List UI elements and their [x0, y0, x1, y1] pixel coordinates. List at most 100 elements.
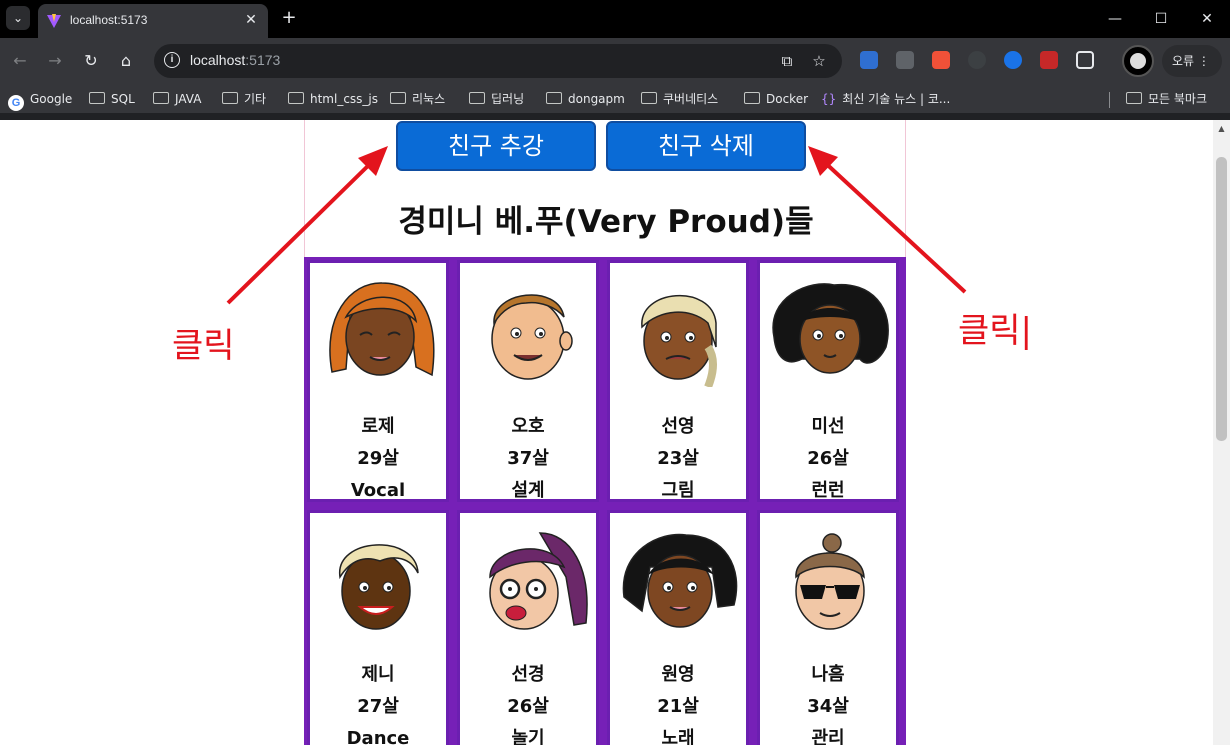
tab-active[interactable]: localhost:5173 ✕	[38, 4, 268, 38]
friend-card[interactable]: 선경 26살 놀기	[457, 510, 599, 745]
friend-card[interactable]: 원영 21살 노래	[607, 510, 749, 745]
bookmark-linux[interactable]: 리눅스	[390, 89, 445, 109]
bookmark-docker[interactable]: Docker	[744, 89, 808, 109]
bookmarks-separator	[1109, 92, 1110, 108]
extension-icon[interactable]	[1040, 51, 1058, 69]
browser-chrome: ⌄ localhost:5173 ✕ + — ☐ ✕ ← → ↻ ⌂ i loc…	[0, 0, 1230, 120]
friend-role: 관리	[811, 728, 845, 745]
scroll-up-arrow-icon[interactable]: ▲	[1217, 124, 1226, 133]
friend-info: 오호 37살 설계	[460, 411, 596, 507]
annotation-click-right: 클릭|	[958, 311, 1033, 351]
folder-icon	[546, 92, 562, 104]
avatar-seonyoung	[641, 294, 717, 387]
bookmark-sql[interactable]: SQL	[89, 89, 135, 109]
friend-role: Dance	[346, 728, 410, 745]
folder-icon	[390, 92, 406, 104]
braces-icon: {}	[821, 92, 837, 106]
friend-age: 37살	[507, 448, 549, 469]
scroll-thumb[interactable]	[1216, 157, 1227, 441]
friend-role: 노래	[661, 728, 695, 745]
friend-info: 선경 26살 놀기	[460, 659, 596, 745]
bookmark-google[interactable]: G Google	[8, 89, 72, 111]
page-title: 경미니 베.푸(Very Proud)들	[398, 204, 814, 240]
friend-name: 선경	[511, 664, 545, 685]
folder-icon	[222, 92, 238, 104]
friends-app: 친구 추강 친구 삭제 경미니 베.푸(Very Proud)들 로제 29살 …	[304, 120, 906, 745]
back-icon[interactable]: ←	[8, 49, 32, 73]
tab-bar: ⌄ localhost:5173 ✕ + — ☐ ✕	[0, 0, 1230, 38]
delete-friend-button[interactable]: 친구 삭제	[606, 121, 806, 171]
avatar-misun	[772, 283, 889, 374]
friend-name: 제니	[361, 664, 395, 685]
maximize-button[interactable]: ☐	[1138, 0, 1184, 38]
friend-name: 나흠	[811, 664, 845, 685]
bookmark-deep-learning[interactable]: 딥러닝	[469, 89, 524, 109]
site-info-icon[interactable]: i	[164, 52, 180, 68]
extension-icon[interactable]	[968, 51, 986, 69]
header-section: 친구 추강 친구 삭제 경미니 베.푸(Very Proud)들	[304, 120, 906, 258]
profile-error-button[interactable]: 오류 ⋮	[1162, 45, 1222, 77]
avatar-naheum	[795, 533, 865, 630]
close-icon[interactable]: ✕	[242, 11, 260, 29]
extension-icon[interactable]	[860, 51, 878, 69]
tab-title: localhost:5173	[70, 13, 148, 27]
friend-card[interactable]: 미선 26살 런런	[757, 260, 899, 502]
page-scrollbar[interactable]: ▲	[1213, 120, 1230, 745]
profile-avatar[interactable]	[1122, 45, 1154, 77]
friend-info: 원영 21살 노래	[610, 659, 746, 745]
reload-icon[interactable]: ↻	[79, 49, 103, 73]
friend-age: 27살	[357, 696, 399, 717]
friend-name: 로제	[361, 416, 395, 437]
bookmark-kubernetes[interactable]: 쿠버네티스	[641, 89, 718, 109]
friend-card[interactable]: 선영 23살 그림	[607, 260, 749, 502]
friend-card[interactable]: 로제 29살 Vocal	[307, 260, 449, 502]
swift-extension-icon[interactable]	[932, 51, 950, 69]
bookmark-html-css-js[interactable]: html_css_js	[288, 89, 378, 109]
folder-icon	[641, 92, 657, 104]
friend-card[interactable]: 제니 27살 Dance	[307, 510, 449, 745]
all-bookmarks[interactable]: 모든 북마크	[1126, 89, 1207, 109]
friend-name: 미선	[811, 416, 845, 437]
folder-icon	[89, 92, 105, 104]
add-friend-button[interactable]: 친구 추강	[396, 121, 596, 171]
new-tab-button[interactable]: +	[279, 8, 299, 28]
friend-name: 오호	[511, 416, 545, 437]
google-icon: G	[8, 95, 24, 111]
friend-role: Vocal	[350, 480, 406, 501]
avatar-oho	[491, 294, 573, 380]
friend-card[interactable]: 나흠 34살 관리	[757, 510, 899, 745]
tab-search-button[interactable]: ⌄	[6, 6, 30, 30]
vite-icon	[47, 14, 61, 28]
minimize-button[interactable]: —	[1092, 0, 1138, 38]
friend-age: 23살	[657, 448, 699, 469]
bookmark-etc[interactable]: 기타	[222, 89, 266, 109]
address-bar[interactable]: i localhost:5173 ⧉ ☆	[154, 44, 842, 78]
avatar-rose	[329, 282, 435, 377]
friend-age: 26살	[807, 448, 849, 469]
friend-info: 나흠 34살 관리	[760, 659, 896, 745]
friend-info: 제니 27살 Dance	[310, 659, 446, 745]
extensions-puzzle-icon[interactable]	[1076, 51, 1094, 69]
friend-role: 설계	[511, 480, 545, 501]
friend-card[interactable]: 오호 37살 설계	[457, 260, 599, 502]
translate-icon[interactable]: ⧉	[778, 52, 796, 70]
toolbar: ← → ↻ ⌂ i localhost:5173 ⧉ ☆ 오류 ⋮	[0, 38, 1230, 83]
bookmark-star-icon[interactable]: ☆	[810, 52, 828, 70]
bookmark-tech-news[interactable]: {} 최신 기술 뉴스 | 코...	[821, 89, 950, 109]
folder-icon	[288, 92, 304, 104]
home-icon[interactable]: ⌂	[114, 49, 138, 73]
bookmark-java[interactable]: JAVA	[153, 89, 201, 109]
friend-role: 런런	[811, 480, 845, 501]
page-viewport: 친구 추강 친구 삭제 경미니 베.푸(Very Proud)들 로제 29살 …	[0, 120, 1230, 745]
avatar-wonyoung	[622, 533, 738, 628]
bookmark-dongapm[interactable]: dongapm	[546, 89, 625, 109]
folder-icon	[153, 92, 169, 104]
friend-age: 21살	[657, 696, 699, 717]
friend-info: 선영 23살 그림	[610, 411, 746, 507]
friend-name: 선영	[661, 416, 695, 437]
window-close-button[interactable]: ✕	[1184, 0, 1230, 38]
forward-icon[interactable]: →	[43, 49, 67, 73]
friend-name: 원영	[661, 664, 695, 685]
extension-icon[interactable]	[896, 51, 914, 69]
extension-icon[interactable]	[1004, 51, 1022, 69]
